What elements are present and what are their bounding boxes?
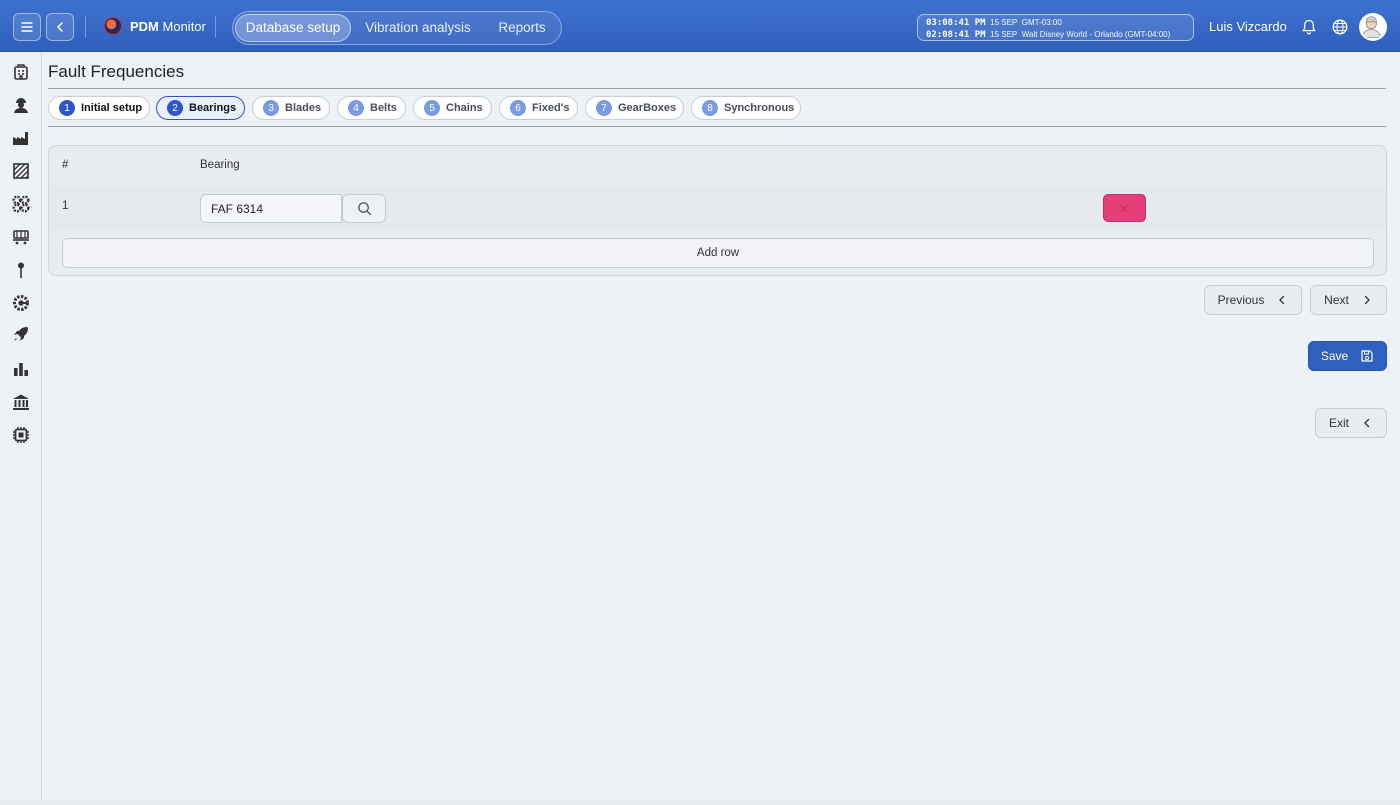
top-bar: PDM Monitor Database setup Vibration ana… <box>0 0 1400 52</box>
step-fixeds[interactable]: 6 Fixed's <box>499 96 578 120</box>
tab-database-setup[interactable]: Database setup <box>235 14 351 42</box>
next-button[interactable]: Next <box>1310 285 1387 315</box>
divider <box>48 88 1386 89</box>
close-icon <box>1120 204 1129 212</box>
column-header-bearing: Bearing <box>200 159 240 171</box>
bank-icon[interactable] <box>11 392 31 412</box>
chevron-left-icon <box>1279 295 1285 305</box>
search-bearing-button[interactable] <box>342 194 386 223</box>
gear-gauge-icon[interactable] <box>11 293 31 313</box>
app-name: PDM Monitor <box>130 18 206 34</box>
worker-icon[interactable] <box>11 95 31 115</box>
step-label: Belts <box>370 102 397 114</box>
clock-line-local: 03:08:41 PM 15 SEP GMT-03:00 <box>926 18 1062 28</box>
step-bearings[interactable]: 2 Bearings <box>156 96 245 120</box>
user-avatar-icon <box>1361 16 1382 38</box>
rocket-icon[interactable] <box>11 324 31 344</box>
step-number: 3 <box>263 100 279 116</box>
gears-icon[interactable] <box>11 194 31 214</box>
menu-button[interactable] <box>13 13 41 41</box>
clock-line-remote: 02:08:41 PM 15 SEP Walt Disney World - O… <box>926 30 1171 40</box>
floppy-disk-icon <box>1361 350 1373 362</box>
step-synchronous[interactable]: 8 Synchronous <box>691 96 801 120</box>
factory-icon[interactable] <box>11 128 31 148</box>
add-row-button[interactable]: Add row <box>62 238 1374 268</box>
step-label: Blades <box>285 102 322 114</box>
step-number: 6 <box>510 100 526 116</box>
step-label: GearBoxes <box>618 102 677 114</box>
tab-vibration-analysis[interactable]: Vibration analysis <box>359 14 477 42</box>
exit-label: Exit <box>1328 416 1349 430</box>
chip-icon[interactable] <box>11 425 31 445</box>
delete-row-button[interactable] <box>1103 194 1146 222</box>
step-chains[interactable]: 5 Chains <box>413 96 492 120</box>
previous-label: Previous <box>1217 293 1265 307</box>
chevron-right-icon <box>1364 295 1370 305</box>
avatar[interactable] <box>1359 13 1387 41</box>
chevron-left-icon <box>1364 418 1370 428</box>
step-number: 1 <box>59 100 75 116</box>
user-name[interactable]: Luis Vizcardo <box>1209 19 1287 34</box>
pin-icon[interactable] <box>11 260 31 280</box>
step-label: Bearings <box>189 102 237 114</box>
previous-button[interactable]: Previous <box>1204 285 1302 315</box>
building-icon[interactable] <box>11 62 31 82</box>
step-label: Fixed's <box>532 102 570 114</box>
back-button[interactable] <box>46 13 74 41</box>
world-clock[interactable]: 03:08:41 PM 15 SEP GMT-03:00 02:08:41 PM… <box>917 14 1194 41</box>
tab-reports[interactable]: Reports <box>487 14 557 42</box>
step-number: 8 <box>702 100 718 116</box>
app-logo-icon <box>104 17 122 35</box>
divider <box>85 16 86 38</box>
step-blades[interactable]: 3 Blades <box>252 96 330 120</box>
sidebar <box>0 52 42 805</box>
step-initial-setup[interactable]: 1 Initial setup <box>48 96 150 120</box>
table-row: 1 <box>49 186 1386 230</box>
save-label: Save <box>1320 349 1349 363</box>
next-label: Next <box>1324 293 1349 307</box>
step-belts[interactable]: 4 Belts <box>337 96 406 120</box>
exit-button[interactable]: Exit <box>1315 408 1387 438</box>
bearing-input[interactable] <box>200 194 342 223</box>
chevron-left-icon <box>57 22 63 32</box>
step-label: Synchronous <box>724 102 795 114</box>
bar-chart-icon[interactable] <box>11 359 31 379</box>
globe-icon[interactable] <box>1331 18 1349 36</box>
step-label: Initial setup <box>81 102 143 114</box>
bell-icon[interactable] <box>1300 18 1318 36</box>
hamburger-icon <box>21 22 33 32</box>
step-number: 4 <box>348 100 364 116</box>
step-number: 2 <box>167 100 183 116</box>
column-header-number: # <box>62 159 69 171</box>
main-nav: Database setup Vibration analysis Report… <box>232 11 562 45</box>
step-gearboxes[interactable]: 7 GearBoxes <box>585 96 684 120</box>
row-number: 1 <box>62 200 69 212</box>
hatched-area-icon[interactable] <box>11 161 31 181</box>
step-number: 5 <box>424 100 440 116</box>
step-number: 7 <box>596 100 612 116</box>
divider <box>48 126 1386 127</box>
divider <box>215 16 216 38</box>
search-icon <box>357 202 371 216</box>
app-brand[interactable]: PDM Monitor <box>104 17 206 35</box>
conveyor-icon[interactable] <box>11 227 31 247</box>
step-label: Chains <box>446 102 483 114</box>
bottom-edge <box>0 799 1400 805</box>
page-title: Fault Frequencies <box>48 62 185 81</box>
save-button[interactable]: Save <box>1308 341 1387 371</box>
bearings-table: # Bearing 1 Add row <box>48 145 1387 276</box>
